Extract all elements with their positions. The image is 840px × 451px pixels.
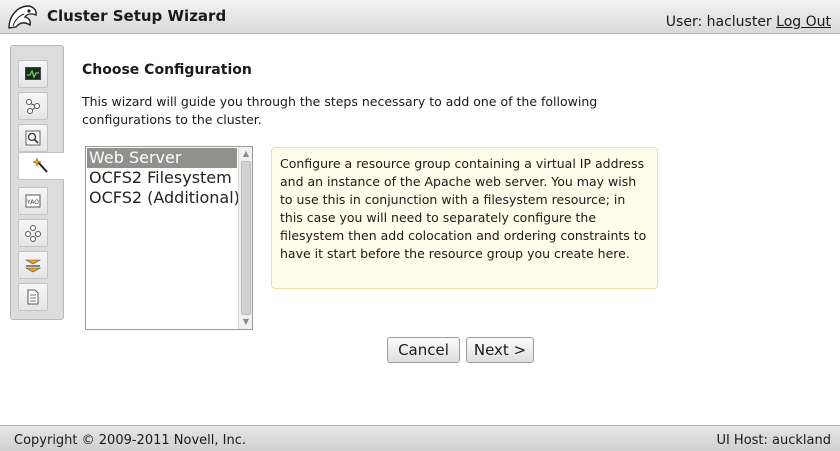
app-header: Cluster Setup Wizard User: hacluster Log…	[0, 0, 840, 34]
gecko-logo-icon	[5, 2, 39, 32]
app-title: Cluster Setup Wizard	[47, 7, 227, 25]
layers-icon	[24, 259, 42, 273]
cancel-button[interactable]: Cancel	[387, 337, 460, 363]
document-icon	[27, 289, 39, 305]
user-label: User: hacluster	[665, 14, 772, 30]
wand-icon	[32, 157, 48, 173]
sidebar-item-nodes[interactable]	[18, 219, 48, 247]
nodes-icon	[25, 225, 41, 242]
monitor-icon	[25, 67, 41, 80]
list-option-ocfs2-filesystem[interactable]: OCFS2 Filesystem	[87, 168, 232, 188]
list-option-web-server[interactable]: Web Server	[87, 148, 237, 168]
listbox-scrollbar[interactable]: ▲ ▼	[238, 147, 252, 329]
app-footer: Copyright © 2009-2011 Novell, Inc. UI Ho…	[0, 425, 840, 451]
list-option-ocfs2-additional[interactable]: OCFS2 (Additional)	[87, 188, 240, 208]
logout-link[interactable]: Log Out	[776, 14, 831, 30]
sidebar-item-layers[interactable]	[18, 251, 48, 279]
config-list-icon: YAO	[25, 194, 41, 208]
scroll-down-arrow-icon[interactable]: ▼	[241, 317, 251, 327]
sidebar-item-inspect[interactable]	[18, 124, 48, 152]
user-info: User: hacluster Log Out	[666, 14, 831, 30]
ui-host-text: UI Host: auckland	[716, 433, 831, 448]
sidebar-item-configuration[interactable]: YAO	[18, 187, 48, 215]
scroll-thumb[interactable]	[241, 161, 251, 315]
configuration-listbox[interactable]: Web Server OCFS2 Filesystem OCFS2 (Addit…	[85, 146, 253, 330]
sidebar-item-wizard[interactable]	[18, 152, 64, 180]
magnifier-icon	[25, 130, 41, 146]
next-button[interactable]: Next >	[466, 337, 534, 363]
scroll-up-arrow-icon[interactable]: ▲	[241, 149, 251, 159]
sidebar-item-network[interactable]	[18, 92, 48, 120]
sidebar: YAO	[10, 45, 64, 320]
sidebar-item-monitor[interactable]	[18, 60, 48, 88]
configuration-description: Configure a resource group containing a …	[271, 147, 658, 289]
copyright-text: Copyright © 2009-2011 Novell, Inc.	[14, 433, 246, 448]
sidebar-item-document[interactable]	[18, 283, 48, 311]
network-icon	[26, 99, 40, 114]
page-title: Choose Configuration	[82, 62, 252, 78]
intro-text: This wizard will guide you through the s…	[82, 94, 598, 127]
svg-text:YAO: YAO	[26, 199, 39, 206]
